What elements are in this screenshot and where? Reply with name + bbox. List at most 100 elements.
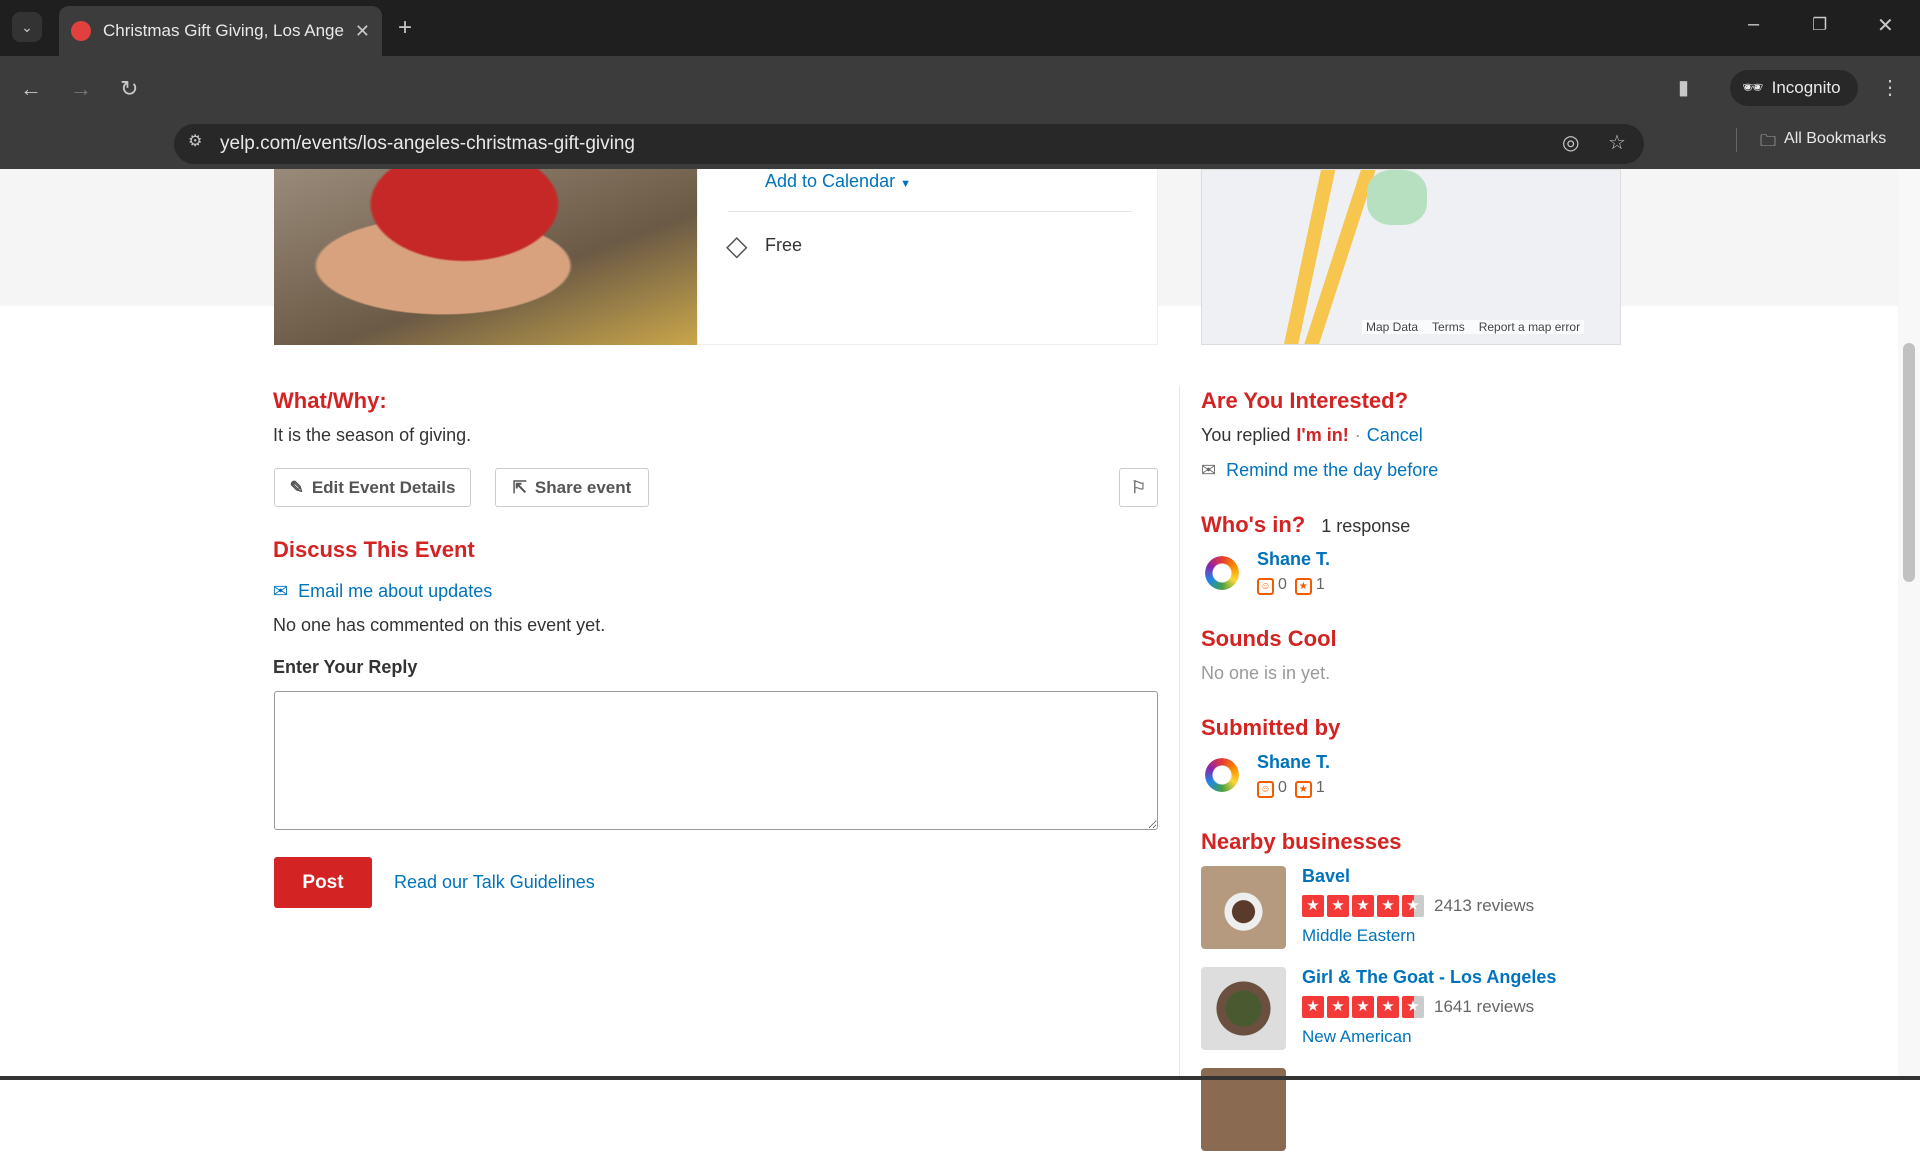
- yelp-favicon-icon: [71, 21, 91, 41]
- event-info-card: Add to Calendar ▼ ◇ Free: [697, 169, 1158, 345]
- business-thumbnail[interactable]: [1201, 1068, 1286, 1151]
- business-rating: ★ ★ ★ ★ ★ 2413 reviews: [1302, 895, 1534, 917]
- avatar[interactable]: [1205, 758, 1239, 792]
- user-stats: ☺ 0 ★ 1: [1257, 779, 1325, 798]
- reply-textarea[interactable]: [274, 691, 1158, 830]
- user-name-link[interactable]: Shane T.: [1257, 549, 1330, 570]
- map-terms-link[interactable]: Terms: [1432, 320, 1465, 334]
- tab-title: Christmas Gift Giving, Los Ange: [103, 21, 344, 40]
- close-window-icon[interactable]: ✕: [1877, 16, 1894, 36]
- flag-icon: ⚐: [1130, 477, 1147, 497]
- share-event-button[interactable]: ⇱ Share event: [495, 468, 649, 507]
- no-comments-text: No one has commented on this event yet.: [273, 615, 606, 635]
- tab-search-chevron-icon[interactable]: ⌄: [12, 12, 42, 42]
- review-count: 1641 reviews: [1434, 997, 1535, 1016]
- star-icon: ★: [1352, 895, 1374, 917]
- response-count: 1 response: [1321, 516, 1411, 536]
- divider: [728, 211, 1132, 212]
- review-star-icon: ★: [1294, 578, 1312, 595]
- url-text: yelp.com/events/los-angeles-christmas-gi…: [220, 133, 635, 154]
- half-star-icon: ★: [1402, 895, 1424, 917]
- business-thumbnail[interactable]: [1201, 967, 1286, 1050]
- user-stats: ☺ 0 ★ 1: [1257, 576, 1325, 595]
- reload-icon[interactable]: ↻: [120, 78, 138, 100]
- what-why-heading: What/Why:: [273, 388, 387, 413]
- star-icon: ★: [1302, 996, 1324, 1018]
- address-bar[interactable]: ⚙ yelp.com/events/los-angeles-christmas-…: [174, 124, 1644, 164]
- browser-tab-bar: ⌄ Christmas Gift Giving, Los Ange ✕ + – …: [0, 0, 1920, 56]
- folder-icon: 🗀: [1760, 133, 1777, 150]
- all-bookmarks-button[interactable]: 🗀 All Bookmarks: [1760, 130, 1886, 157]
- whos-in: Who's in? 1 response: [1201, 512, 1411, 537]
- browser-toolbar: ← → ↻ ⚙ yelp.com/events/los-angeles-chri…: [0, 56, 1920, 169]
- incognito-button[interactable]: 🕶 Incognito: [1730, 70, 1858, 106]
- star-icon: ★: [1327, 996, 1349, 1018]
- forward-icon[interactable]: →: [70, 78, 92, 100]
- star-icon: ★: [1327, 895, 1349, 917]
- divider: [1736, 128, 1737, 152]
- all-bookmarks-label: All Bookmarks: [1784, 130, 1887, 147]
- map[interactable]: Map Data Terms Report a map error: [1201, 169, 1621, 345]
- friends-icon: ☺: [1257, 781, 1274, 798]
- star-icon: ★: [1377, 996, 1399, 1018]
- scrollbar-thumb[interactable]: [1903, 343, 1915, 582]
- column-divider: [1179, 386, 1180, 1080]
- bookmark-star-icon[interactable]: ☆: [1608, 133, 1626, 153]
- restore-icon[interactable]: ❐: [1812, 16, 1827, 33]
- minimize-icon[interactable]: –: [1748, 14, 1759, 34]
- add-to-calendar-link[interactable]: Add to Calendar ▼: [765, 171, 911, 192]
- new-tab-icon[interactable]: +: [398, 16, 412, 40]
- submitted-by-heading: Submitted by: [1201, 715, 1341, 740]
- map-data-link[interactable]: Map Data: [1366, 320, 1418, 334]
- talk-guidelines-link[interactable]: Read our Talk Guidelines: [394, 872, 595, 893]
- incognito-icon: 🕶: [1742, 78, 1764, 97]
- eye-off-icon[interactable]: ◎: [1562, 133, 1579, 153]
- business-category-link[interactable]: New American: [1302, 1027, 1412, 1047]
- incognito-label: Incognito: [1771, 78, 1841, 97]
- event-price: Free: [765, 235, 803, 255]
- business-name-link[interactable]: Girl & The Goat - Los Angeles: [1302, 967, 1556, 988]
- menu-kebab-icon[interactable]: ⋮: [1880, 78, 1900, 98]
- sounds-cool-heading: Sounds Cool: [1201, 626, 1337, 651]
- share-icon: ⇱: [512, 477, 527, 497]
- interested-heading: Are You Interested?: [1201, 388, 1409, 413]
- envelope-icon: ✉: [1201, 460, 1217, 480]
- close-tab-icon[interactable]: ✕: [355, 22, 370, 40]
- star-icon: ★: [1302, 895, 1324, 917]
- envelope-icon: ✉: [273, 581, 289, 601]
- event-photo: [274, 169, 697, 345]
- cancel-rsvp-link[interactable]: Cancel: [1367, 425, 1423, 446]
- star-rating: ★ ★ ★ ★ ★: [1302, 996, 1424, 1018]
- side-panel-icon[interactable]: ▮: [1678, 78, 1689, 98]
- avatar[interactable]: [1205, 556, 1239, 590]
- rsvp-status: You replied I'm in! · Cancel: [1201, 425, 1423, 446]
- business-category-link[interactable]: Middle Eastern: [1302, 926, 1415, 946]
- review-star-icon: ★: [1294, 781, 1312, 798]
- edit-event-details-button[interactable]: ✎ Edit Event Details: [274, 468, 471, 507]
- email-updates-link[interactable]: ✉ Email me about updates: [273, 581, 492, 602]
- bottom-edge: [0, 1076, 1920, 1080]
- rsvp-value: I'm in!: [1296, 425, 1349, 445]
- scrollbar[interactable]: [1898, 169, 1920, 1076]
- sounds-cool-text: No one is in yet.: [1201, 663, 1331, 683]
- ticket-icon: ◇: [726, 230, 748, 261]
- friends-icon: ☺: [1257, 578, 1274, 595]
- review-count: 2413 reviews: [1434, 896, 1535, 915]
- business-thumbnail[interactable]: [1201, 866, 1286, 949]
- pencil-icon: ✎: [289, 477, 304, 497]
- caret-down-icon: ▼: [900, 178, 911, 190]
- remind-link[interactable]: ✉ Remind me the day before: [1201, 460, 1438, 481]
- back-icon[interactable]: ←: [20, 78, 42, 100]
- report-flag-button[interactable]: ⚐: [1119, 468, 1158, 507]
- report-map-error-link[interactable]: Report a map error: [1479, 320, 1580, 334]
- user-name-link[interactable]: Shane T.: [1257, 752, 1330, 773]
- half-star-icon: ★: [1402, 996, 1424, 1018]
- star-icon: ★: [1377, 895, 1399, 917]
- post-button[interactable]: Post: [274, 857, 372, 908]
- discuss-heading: Discuss This Event: [273, 537, 475, 562]
- business-rating: ★ ★ ★ ★ ★ 1641 reviews: [1302, 996, 1534, 1018]
- star-rating: ★ ★ ★ ★ ★: [1302, 895, 1424, 917]
- business-name-link[interactable]: Bavel: [1302, 866, 1350, 887]
- site-settings-icon[interactable]: ⚙: [188, 134, 202, 150]
- browser-tab[interactable]: Christmas Gift Giving, Los Ange ✕: [59, 6, 382, 56]
